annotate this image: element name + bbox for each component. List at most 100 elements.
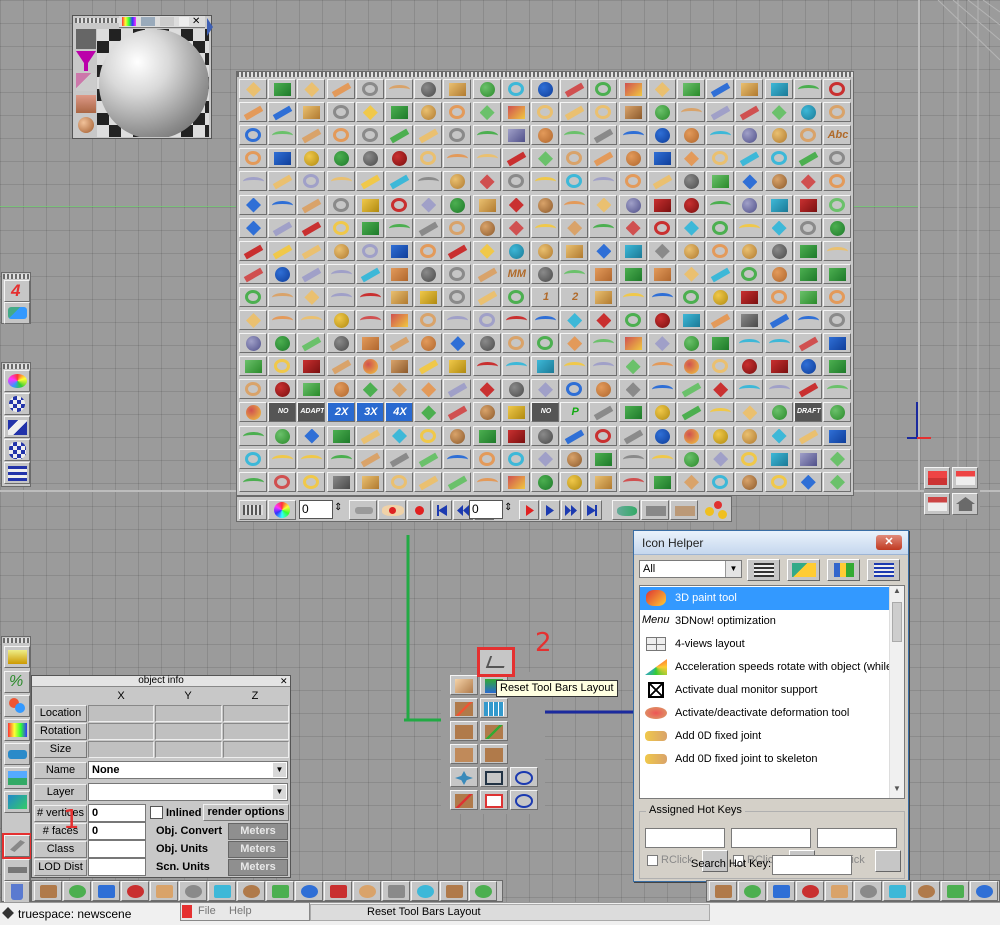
tool-square-icon[interactable] bbox=[618, 102, 647, 123]
tool-square-icon[interactable] bbox=[443, 356, 472, 377]
tool-circle-icon[interactable] bbox=[647, 102, 676, 123]
tool-circle-icon[interactable] bbox=[414, 263, 443, 284]
tool-wave-icon[interactable] bbox=[355, 286, 384, 307]
tool-ring-icon[interactable] bbox=[326, 217, 355, 238]
coordinate-four-icon[interactable]: 4 bbox=[4, 280, 30, 302]
tool-wave-icon[interactable] bbox=[268, 286, 297, 307]
tool-square-icon[interactable] bbox=[793, 448, 822, 469]
tool-ring-icon[interactable] bbox=[326, 125, 355, 146]
rclick-checkbox-1[interactable] bbox=[647, 855, 658, 866]
tool-square-icon[interactable] bbox=[706, 333, 735, 354]
tool-square-icon[interactable] bbox=[764, 448, 793, 469]
palette-badge-adapt-icon[interactable]: ADAPT bbox=[297, 402, 326, 423]
tool-circle-icon[interactable] bbox=[706, 425, 735, 446]
tool-bar-icon[interactable] bbox=[793, 148, 822, 169]
tool-wave-icon[interactable] bbox=[268, 310, 297, 330]
vehicle-icon[interactable] bbox=[4, 743, 30, 765]
tool-diamond-icon[interactable] bbox=[355, 102, 384, 123]
tool-diamond-icon[interactable] bbox=[647, 79, 676, 99]
palette-grip[interactable] bbox=[237, 72, 853, 77]
obj-convert-button[interactable]: Meters bbox=[228, 823, 288, 840]
film-icon[interactable] bbox=[76, 29, 96, 49]
toolbar-tool-icon[interactable] bbox=[353, 881, 381, 901]
tool-bar-icon[interactable] bbox=[355, 448, 384, 469]
tool-circle-icon[interactable] bbox=[472, 402, 501, 423]
tool-square-icon[interactable] bbox=[618, 402, 647, 423]
export-list-button[interactable] bbox=[867, 559, 900, 581]
box-object-icon[interactable] bbox=[450, 744, 478, 764]
sphere-material-icon[interactable] bbox=[78, 117, 94, 133]
tool-bar-icon[interactable] bbox=[326, 356, 355, 377]
tool-diamond-icon[interactable] bbox=[647, 333, 676, 354]
tool-ring-icon[interactable] bbox=[239, 125, 267, 146]
tool-circle-icon[interactable] bbox=[793, 356, 822, 377]
tool-ring-icon[interactable] bbox=[823, 286, 851, 307]
landscape-icon[interactable] bbox=[4, 767, 30, 789]
location-z-field[interactable] bbox=[223, 705, 289, 722]
redo-icon[interactable] bbox=[510, 767, 538, 787]
tool-circle-icon[interactable] bbox=[677, 448, 705, 469]
tool-diamond-icon[interactable] bbox=[501, 217, 530, 238]
tool-wave-icon[interactable] bbox=[472, 471, 501, 492]
tool-square-icon[interactable] bbox=[764, 356, 793, 377]
tool-square-icon[interactable] bbox=[268, 148, 297, 169]
tools-icon[interactable] bbox=[2, 833, 32, 859]
tool-ring-icon[interactable] bbox=[735, 263, 764, 284]
chevron-down-icon[interactable]: ▼ bbox=[273, 763, 286, 777]
tool-square-icon[interactable] bbox=[647, 194, 676, 215]
toolbar-tool-icon[interactable] bbox=[179, 881, 207, 901]
palette-badge-abc-icon[interactable]: Abc bbox=[823, 125, 851, 146]
icon-list-item[interactable]: Acceleration speeds rotate with object (… bbox=[640, 656, 890, 679]
tool-diamond-icon[interactable] bbox=[677, 471, 705, 492]
toolbar-tool-icon[interactable] bbox=[208, 881, 236, 901]
toolbar-tool-icon[interactable] bbox=[324, 881, 352, 901]
tool-ring-icon[interactable] bbox=[764, 471, 793, 492]
view-home-icon[interactable] bbox=[952, 493, 978, 515]
material-sphere-preview[interactable] bbox=[97, 29, 209, 137]
tool-circle-icon[interactable] bbox=[823, 217, 851, 238]
tool-ring-icon[interactable] bbox=[326, 102, 355, 123]
tool-circle-icon[interactable] bbox=[735, 471, 764, 492]
scroll-down-icon[interactable]: ▼ bbox=[890, 784, 904, 798]
tool-ring-icon[interactable] bbox=[414, 425, 443, 446]
tool-wave-icon[interactable] bbox=[355, 310, 384, 330]
tool-wave-icon[interactable] bbox=[443, 448, 472, 469]
size-y-field[interactable] bbox=[155, 741, 222, 758]
tool-bar-icon[interactable] bbox=[793, 333, 822, 354]
tool-diamond-icon[interactable] bbox=[793, 171, 822, 192]
tool-wave-icon[interactable] bbox=[560, 125, 589, 146]
tool-diamond-icon[interactable] bbox=[618, 217, 647, 238]
tool-square-icon[interactable] bbox=[268, 79, 297, 99]
icon-list-item[interactable]: Add 0D fixed joint bbox=[640, 725, 890, 748]
tool-circle-icon[interactable] bbox=[531, 263, 559, 284]
tool-circle-icon[interactable] bbox=[823, 402, 851, 423]
tool-bar-icon[interactable] bbox=[560, 102, 589, 123]
palette-badge-no-anti-icon[interactable]: NO ANTI bbox=[268, 402, 297, 423]
tool-circle-icon[interactable] bbox=[355, 356, 384, 377]
tool-square-icon[interactable] bbox=[501, 125, 530, 146]
tool-circle-icon[interactable] bbox=[531, 425, 559, 446]
tool-circle-icon[interactable] bbox=[239, 402, 267, 423]
add-object-icon[interactable] bbox=[4, 695, 30, 717]
tool-square-icon[interactable] bbox=[647, 471, 676, 492]
tool-square-icon[interactable] bbox=[823, 425, 851, 446]
tool-diamond-icon[interactable] bbox=[735, 171, 764, 192]
tool-circle-icon[interactable] bbox=[764, 263, 793, 284]
tool-ring-icon[interactable] bbox=[589, 102, 618, 123]
tool-ring-icon[interactable] bbox=[706, 148, 735, 169]
tool-ring-icon[interactable] bbox=[443, 217, 472, 238]
tool-circle-icon[interactable] bbox=[239, 333, 267, 354]
sphere-view-icon[interactable] bbox=[160, 17, 174, 26]
tool-bar-icon[interactable] bbox=[764, 310, 793, 330]
tool-square-icon[interactable] bbox=[385, 310, 413, 330]
tool-circle-icon[interactable] bbox=[677, 194, 705, 215]
undo-icon[interactable] bbox=[510, 790, 538, 810]
tool-square-icon[interactable] bbox=[297, 379, 326, 400]
tool-circle-icon[interactable] bbox=[764, 402, 793, 423]
tool-wave-icon[interactable] bbox=[647, 286, 676, 307]
toolbar-grip[interactable] bbox=[3, 364, 30, 369]
tool-square-icon[interactable] bbox=[589, 263, 618, 284]
tool-square-icon[interactable] bbox=[385, 240, 413, 261]
tool-circle-icon[interactable] bbox=[677, 125, 705, 146]
reset-toolbars-button[interactable] bbox=[477, 647, 515, 677]
